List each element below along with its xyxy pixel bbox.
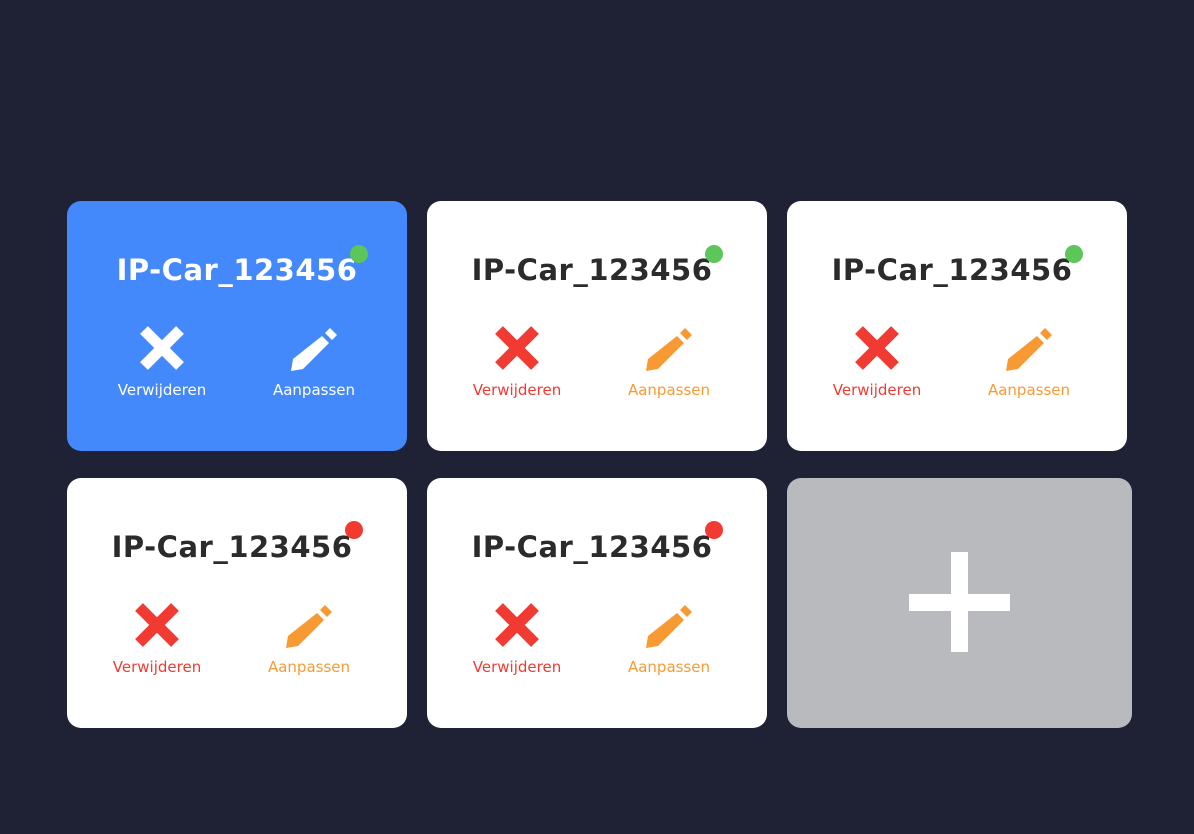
edit-button[interactable]: Aanpassen bbox=[249, 600, 369, 676]
device-card-2[interactable]: IP-Car_123456 Verwijderen Aanpassen bbox=[427, 201, 767, 451]
device-card-3[interactable]: IP-Car_123456 Verwijderen Aanpassen bbox=[787, 201, 1127, 451]
delete-label: Verwijderen bbox=[472, 658, 562, 676]
edit-label: Aanpassen bbox=[987, 381, 1071, 399]
edit-label: Aanpassen bbox=[627, 381, 711, 399]
status-online-dot bbox=[1065, 245, 1083, 263]
delete-button[interactable]: Verwijderen bbox=[457, 323, 577, 399]
status-online-dot bbox=[705, 245, 723, 263]
delete-label: Verwijderen bbox=[117, 381, 207, 399]
status-online-dot bbox=[350, 245, 368, 263]
edit-button[interactable]: Aanpassen bbox=[609, 323, 729, 399]
device-list-screen: { "colors": { "background": "#1f2235", "… bbox=[0, 0, 1194, 834]
delete-label: Verwijderen bbox=[472, 381, 562, 399]
close-x-icon bbox=[495, 326, 539, 370]
edit-button[interactable]: Aanpassen bbox=[609, 600, 729, 676]
delete-label: Verwijderen bbox=[112, 658, 202, 676]
delete-button[interactable]: Verwijderen bbox=[97, 600, 217, 676]
status-offline-dot bbox=[345, 521, 363, 539]
add-device-button[interactable] bbox=[787, 478, 1132, 728]
pencil-icon bbox=[291, 328, 337, 371]
edit-button[interactable]: Aanpassen bbox=[254, 323, 374, 399]
close-x-icon bbox=[140, 326, 184, 370]
edit-label: Aanpassen bbox=[272, 381, 356, 399]
edit-label: Aanpassen bbox=[267, 658, 351, 676]
pencil-icon bbox=[286, 605, 332, 648]
close-x-icon bbox=[135, 603, 179, 647]
edit-button[interactable]: Aanpassen bbox=[969, 323, 1089, 399]
close-x-icon bbox=[855, 326, 899, 370]
device-card-4[interactable]: IP-Car_123456 Verwijderen Aanpassen bbox=[67, 478, 407, 728]
close-x-icon bbox=[495, 603, 539, 647]
delete-button[interactable]: Verwijderen bbox=[102, 323, 222, 399]
device-card-5[interactable]: IP-Car_123456 Verwijderen Aanpassen bbox=[427, 478, 767, 728]
pencil-icon bbox=[1006, 328, 1052, 371]
edit-label: Aanpassen bbox=[627, 658, 711, 676]
status-offline-dot bbox=[705, 521, 723, 539]
delete-button[interactable]: Verwijderen bbox=[817, 323, 937, 399]
pencil-icon bbox=[646, 328, 692, 371]
delete-label: Verwijderen bbox=[832, 381, 922, 399]
pencil-icon bbox=[646, 605, 692, 648]
device-card-1[interactable]: IP-Car_123456 Verwijderen Aanpassen bbox=[67, 201, 407, 451]
delete-button[interactable]: Verwijderen bbox=[457, 600, 577, 676]
